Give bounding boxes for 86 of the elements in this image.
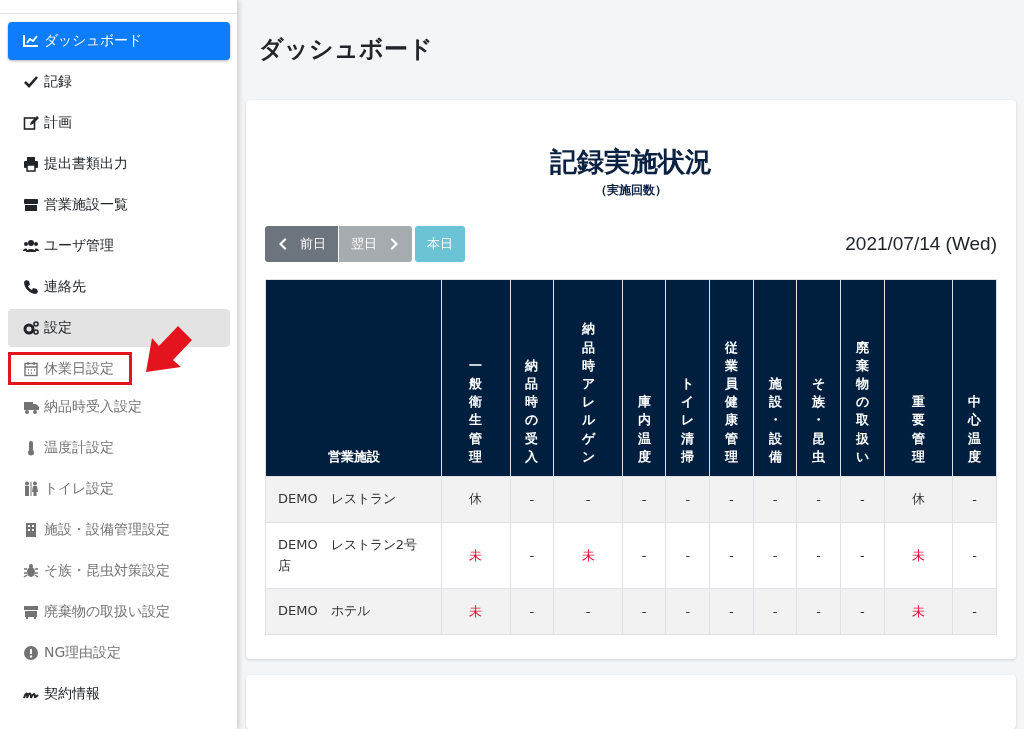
sidebar-item[interactable]: 営業施設一覧 bbox=[8, 186, 230, 224]
status-cell: - bbox=[840, 476, 885, 523]
status-cell: - bbox=[622, 522, 666, 589]
status-cell: 未 bbox=[884, 522, 953, 589]
status-cell: - bbox=[665, 522, 710, 589]
column-header: 庫内温度 bbox=[637, 393, 651, 466]
bug-icon bbox=[23, 563, 39, 579]
column-header: 中心温度 bbox=[968, 393, 982, 466]
status-cell: 休 bbox=[441, 476, 511, 523]
check-icon bbox=[23, 74, 39, 90]
facility-cell: DEMO レストラン2号店 bbox=[265, 522, 442, 589]
sidebar-item[interactable]: 施設・設備管理設定 bbox=[8, 511, 230, 549]
status-cell: - bbox=[622, 476, 666, 523]
status-cell: - bbox=[952, 476, 997, 523]
column-header: 廃棄物の取扱い bbox=[855, 338, 869, 466]
truck-icon bbox=[23, 399, 39, 415]
sidebar-item[interactable]: 提出書類出力 bbox=[8, 145, 230, 183]
status-cell: - bbox=[753, 522, 797, 589]
status-cell: 未 bbox=[441, 522, 511, 589]
status-cell: - bbox=[709, 588, 754, 635]
sidebar-item[interactable]: ユーザ管理 bbox=[8, 227, 230, 265]
status-cell: - bbox=[553, 588, 623, 635]
status-cell: - bbox=[665, 588, 710, 635]
calendar-icon bbox=[23, 360, 39, 377]
sidebar-item[interactable]: 契約情報 bbox=[8, 675, 230, 713]
column-header: トイレ清掃 bbox=[681, 375, 695, 466]
status-cell: - bbox=[709, 522, 754, 589]
sidebar-item[interactable]: 設定 bbox=[8, 309, 230, 347]
status-cell: 未 bbox=[553, 522, 623, 589]
column-header: そ族・昆虫 bbox=[812, 375, 826, 466]
column-header: 従業員健康管理 bbox=[724, 338, 738, 466]
chart-icon bbox=[23, 33, 39, 49]
exclamation-icon bbox=[23, 645, 39, 661]
restroom-icon bbox=[23, 481, 39, 497]
page-title: ダッシュボード bbox=[259, 34, 434, 65]
card-title: 記録実施状況 bbox=[549, 144, 713, 179]
status-cell: - bbox=[510, 476, 554, 523]
sidebar-item[interactable]: 温度計設定 bbox=[8, 429, 230, 467]
phone-icon bbox=[23, 279, 39, 295]
column-header: 施設・設備 bbox=[768, 375, 782, 466]
pointer-arrow-icon bbox=[144, 326, 194, 374]
building-icon bbox=[23, 522, 39, 538]
dumpster-icon bbox=[23, 604, 39, 620]
sidebar-item[interactable]: 納品時受入設定 bbox=[8, 388, 230, 426]
status-cell: - bbox=[622, 588, 666, 635]
status-cell: - bbox=[840, 522, 885, 589]
status-cell: - bbox=[753, 476, 797, 523]
sidebar-item[interactable]: トイレ設定 bbox=[8, 470, 230, 508]
status-cell: 休 bbox=[884, 476, 953, 523]
sidebar-item[interactable]: 記録 bbox=[8, 63, 230, 101]
status-cell: - bbox=[510, 522, 554, 589]
printer-icon bbox=[23, 156, 39, 172]
column-header: 営業施設 bbox=[327, 448, 380, 464]
status-cell: - bbox=[753, 588, 797, 635]
edit-icon bbox=[23, 115, 39, 131]
card-subtitle: （実施回数） bbox=[594, 181, 668, 199]
gears-icon bbox=[23, 320, 39, 336]
facility-cell: DEMO ホテル bbox=[265, 588, 442, 635]
column-header: 納品時の受入 bbox=[525, 356, 539, 466]
facility-cell: DEMO レストラン bbox=[265, 476, 442, 523]
status-cell: - bbox=[510, 588, 554, 635]
column-header: 重要管理 bbox=[911, 393, 925, 466]
sidebar-item[interactable]: そ族・昆虫対策設定 bbox=[8, 552, 230, 590]
sidebar-item[interactable]: 計画 bbox=[8, 104, 230, 142]
previous-day-button[interactable]: 前日 bbox=[265, 225, 338, 262]
status-cell: - bbox=[952, 522, 997, 589]
status-cell: - bbox=[952, 588, 997, 635]
status-cell: - bbox=[796, 476, 841, 523]
sidebar-item[interactable]: 連絡先 bbox=[8, 268, 230, 306]
status-cell: - bbox=[796, 522, 841, 589]
sidebar-item[interactable]: NG理由設定 bbox=[8, 634, 230, 672]
users-icon bbox=[23, 238, 39, 254]
sidebar-item[interactable]: ダッシュボード bbox=[8, 22, 230, 60]
status-cell: 未 bbox=[441, 588, 511, 635]
status-cell: - bbox=[553, 476, 623, 523]
column-header: 納品時アレルゲン bbox=[581, 320, 595, 466]
status-cell: - bbox=[709, 476, 754, 523]
status-cell: - bbox=[840, 588, 885, 635]
store-icon bbox=[23, 197, 39, 213]
status-cell: - bbox=[665, 476, 710, 523]
status-cell: 未 bbox=[884, 588, 953, 635]
date-label: 2021/07/14 (Wed) bbox=[845, 232, 997, 255]
sidebar-item[interactable]: 廃棄物の取扱い設定 bbox=[8, 593, 230, 631]
status-cell: - bbox=[796, 588, 841, 635]
column-header: 一般衛生管理 bbox=[469, 356, 483, 466]
sidebar-item[interactable]: 休業日設定 bbox=[8, 352, 132, 385]
